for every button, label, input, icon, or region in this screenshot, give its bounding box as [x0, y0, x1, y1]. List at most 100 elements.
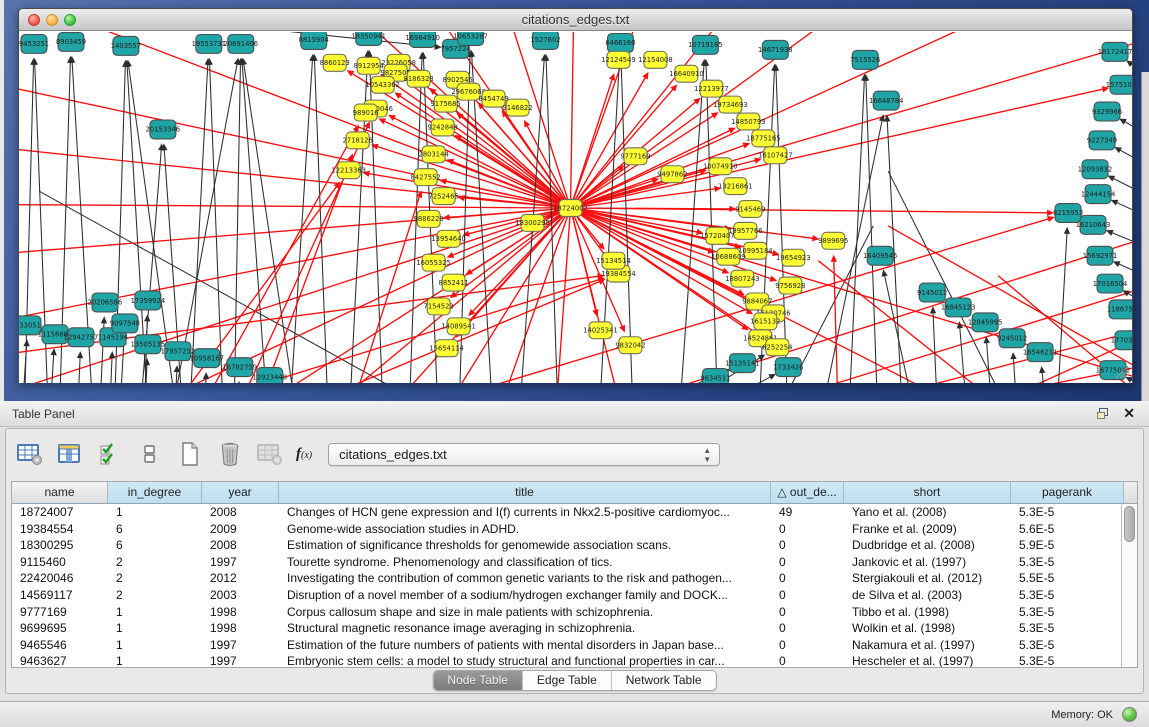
rows-icon[interactable]	[136, 440, 164, 468]
table-cell[interactable]: 0	[771, 521, 844, 538]
table-cell[interactable]: 6	[108, 521, 202, 538]
tab-edge-table[interactable]: Edge Table	[522, 671, 611, 690]
table-cell[interactable]: 2	[108, 554, 202, 571]
minimize-window-button[interactable]	[46, 14, 58, 26]
table-cell[interactable]: 1998	[202, 620, 279, 637]
column-header-pagerank[interactable]: pagerank	[1011, 482, 1124, 503]
table-cell[interactable]: de Silva et al. (2003)	[844, 587, 1011, 604]
table-cell[interactable]: 5.9E-5	[1011, 537, 1124, 554]
window-titlebar[interactable]: citations_edges.txt	[19, 9, 1132, 31]
network-graph[interactable]: 9453251890345914035571955373120691406881…	[19, 32, 1132, 383]
column-header-out_de[interactable]: △ out_de...	[771, 482, 844, 503]
table-cell[interactable]: Investigating the contribution of common…	[279, 570, 771, 587]
table-select-dropdown[interactable]: citations_edges.txt ▲▼	[328, 443, 720, 466]
scrollbar-thumb[interactable]	[1124, 506, 1135, 542]
table-cell[interactable]: 14569117	[12, 587, 108, 604]
table-cell[interactable]: 1	[108, 504, 202, 521]
table-cell[interactable]: 5.3E-5	[1011, 620, 1124, 637]
table-row[interactable]: 969969511998Structural magnetic resonanc…	[12, 620, 1121, 637]
table-cell[interactable]: Jankovic et al. (1997)	[844, 554, 1011, 571]
table-cell[interactable]: 9699695	[12, 620, 108, 637]
table-row[interactable]: 946362711997Embryonic stem cells: a mode…	[12, 653, 1121, 668]
table-cell[interactable]: 5.3E-5	[1011, 587, 1124, 604]
table-cell[interactable]: 2	[108, 587, 202, 604]
new-document-icon[interactable]	[176, 440, 204, 468]
zoom-window-button[interactable]	[64, 14, 76, 26]
table-cell[interactable]: Yano et al. (2008)	[844, 504, 1011, 521]
table-row[interactable]: 1872400712008Changes of HCN gene express…	[12, 504, 1121, 521]
tab-network-table[interactable]: Network Table	[611, 671, 716, 690]
function-builder-icon[interactable]: f(x)	[296, 446, 312, 463]
table-cell[interactable]: 1998	[202, 604, 279, 621]
table-cell[interactable]: 18724007	[12, 504, 108, 521]
table-scrollbar[interactable]	[1121, 504, 1137, 667]
table-cell[interactable]: 0	[771, 570, 844, 587]
table-row[interactable]: 977716911998Corpus callosum shape and si…	[12, 604, 1121, 621]
table-row[interactable]: 911546021997Tourette syndrome. Phenomeno…	[12, 554, 1121, 571]
table-cell[interactable]: 18300295	[12, 537, 108, 554]
table-cell[interactable]: 5.3E-5	[1011, 637, 1124, 654]
column-header-in_degree[interactable]: in_degree	[108, 482, 202, 503]
select-all-icon[interactable]	[96, 440, 124, 468]
table-cell[interactable]: 6	[108, 537, 202, 554]
table-cell[interactable]: Nakamura et al. (1997)	[844, 637, 1011, 654]
show-columns-icon[interactable]	[56, 440, 84, 468]
table-cell[interactable]: 0	[771, 637, 844, 654]
table-row[interactable]: 946554611997Estimation of the future num…	[12, 637, 1121, 654]
table-cell[interactable]: 1	[108, 620, 202, 637]
table-cell[interactable]: Embryonic stem cells: a model to study s…	[279, 653, 771, 668]
column-header-short[interactable]: short	[844, 482, 1011, 503]
close-panel-icon[interactable]: ✕	[1123, 405, 1135, 422]
table-cell[interactable]: Disruption of a novel member of a sodium…	[279, 587, 771, 604]
network-view-window[interactable]: citations_edges.txt 94532518903459140355…	[18, 8, 1133, 383]
tab-node-table[interactable]: Node Table	[433, 671, 522, 690]
table-cell[interactable]: 0	[771, 554, 844, 571]
column-header-name[interactable]: name	[12, 482, 108, 503]
table-cell[interactable]: 5.3E-5	[1011, 604, 1124, 621]
table-cell[interactable]: 0	[771, 620, 844, 637]
table-cell[interactable]: 0	[771, 653, 844, 668]
table-cell[interactable]: Dudbridge et al. (2008)	[844, 537, 1011, 554]
table-cell[interactable]: 2012	[202, 570, 279, 587]
table-cell[interactable]: 49	[771, 504, 844, 521]
table-cell[interactable]: 0	[771, 537, 844, 554]
table-cell[interactable]: 1	[108, 653, 202, 668]
table-cell[interactable]: Franke et al. (2009)	[844, 521, 1011, 538]
delete-icon[interactable]	[216, 440, 244, 468]
table-cell[interactable]: 2003	[202, 587, 279, 604]
table-row[interactable]: 1456911722003Disruption of a novel membe…	[12, 587, 1121, 604]
table-cell[interactable]: 9465546	[12, 637, 108, 654]
table-row[interactable]: 1830029562008Estimation of significance …	[12, 537, 1121, 554]
table-cell[interactable]: Stergiakouli et al. (2012)	[844, 570, 1011, 587]
table-cell[interactable]: 9463627	[12, 653, 108, 668]
table-cell[interactable]: 2008	[202, 537, 279, 554]
column-header-title[interactable]: title	[279, 482, 771, 503]
table-cell[interactable]: 1997	[202, 554, 279, 571]
table-cell[interactable]: 5.3E-5	[1011, 504, 1124, 521]
float-panel-icon[interactable]	[1097, 408, 1109, 420]
table-row[interactable]: 1938455462009Genome-wide association stu…	[12, 521, 1121, 538]
table-cell[interactable]: Structural magnetic resonance image aver…	[279, 620, 771, 637]
table-cell[interactable]: 1	[108, 604, 202, 621]
table-cell[interactable]: Wolkin et al. (1998)	[844, 620, 1011, 637]
table-cell[interactable]: 9777169	[12, 604, 108, 621]
table-cell[interactable]: 2008	[202, 504, 279, 521]
table-cell[interactable]: 0	[771, 604, 844, 621]
table-cell[interactable]: Tibbo et al. (1998)	[844, 604, 1011, 621]
table-row[interactable]: 2242004622012Investigating the contribut…	[12, 570, 1121, 587]
table-cell[interactable]: 19384554	[12, 521, 108, 538]
table-cell[interactable]: 1997	[202, 653, 279, 668]
table-cell[interactable]: Estimation of the future numbers of pati…	[279, 637, 771, 654]
table-cell[interactable]: 9115460	[12, 554, 108, 571]
network-canvas[interactable]: 9453251890345914035571955373120691406881…	[19, 32, 1132, 383]
table-cell[interactable]: 5.3E-5	[1011, 554, 1124, 571]
table-cell[interactable]: Estimation of significance thresholds fo…	[279, 537, 771, 554]
table-cell[interactable]: 22420046	[12, 570, 108, 587]
table-cell[interactable]: 2009	[202, 521, 279, 538]
table-cell[interactable]: 1997	[202, 637, 279, 654]
column-header-year[interactable]: year	[202, 482, 279, 503]
table-cell[interactable]: Changes of HCN gene expression and I(f) …	[279, 504, 771, 521]
table-cell[interactable]: 1	[108, 637, 202, 654]
table-cell[interactable]: 0	[771, 587, 844, 604]
table-cell[interactable]: 5.3E-5	[1011, 653, 1124, 668]
